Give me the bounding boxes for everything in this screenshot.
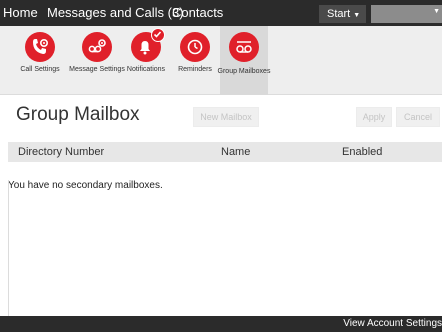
page-title: Group Mailbox [16,104,140,125]
footer-bar: View Account Settings [0,316,442,332]
message-settings-tile[interactable]: Message Settings [69,26,125,95]
phone-gear-icon [25,32,55,62]
caret-down-icon: ▼ [433,8,440,15]
cancel-button[interactable]: Cancel [396,107,440,127]
nav-home-link[interactable]: Home [3,5,38,20]
tile-label: Call Settings [20,66,60,73]
empty-state-message: You have no secondary mailboxes. [8,180,163,191]
start-label: Start [327,8,351,20]
column-header-enabled[interactable]: Enabled [342,146,382,158]
reminders-tile[interactable]: Reminders [171,26,219,95]
caret-down-icon: ▼ [353,12,361,19]
bell-check-icon [131,28,165,62]
nav-messages-calls-link[interactable]: Messages and Calls (3) [47,5,184,20]
account-select[interactable]: ▼ [371,5,442,23]
call-settings-tile[interactable]: Call Settings [16,26,64,95]
view-account-settings-link[interactable]: View Account Settings [343,318,442,329]
voicemail-icon [229,32,259,62]
clock-icon [180,32,210,62]
column-header-name[interactable]: Name [221,146,250,158]
top-nav-bar: Home Messages and Calls (3) Contacts Sta… [0,0,442,26]
notifications-tile[interactable]: Notifications [122,26,170,95]
apply-button[interactable]: Apply [356,107,392,127]
voicemail-gear-icon [82,32,112,62]
settings-toolbar: Call Settings Message Settings Notificat… [0,26,442,95]
new-mailbox-button[interactable]: New Mailbox [193,107,259,127]
group-mailboxes-tile[interactable]: Group Mailboxes [218,26,270,95]
nav-contacts-link[interactable]: Contacts [172,5,223,20]
tile-label: Group Mailboxes [217,68,271,75]
column-header-directory-number[interactable]: Directory Number [18,146,104,158]
start-menu-button[interactable]: Start ▼ [319,5,366,23]
check-badge-icon [151,28,165,42]
table-header: Directory Number Name Enabled [8,142,442,162]
content-divider [8,180,9,316]
